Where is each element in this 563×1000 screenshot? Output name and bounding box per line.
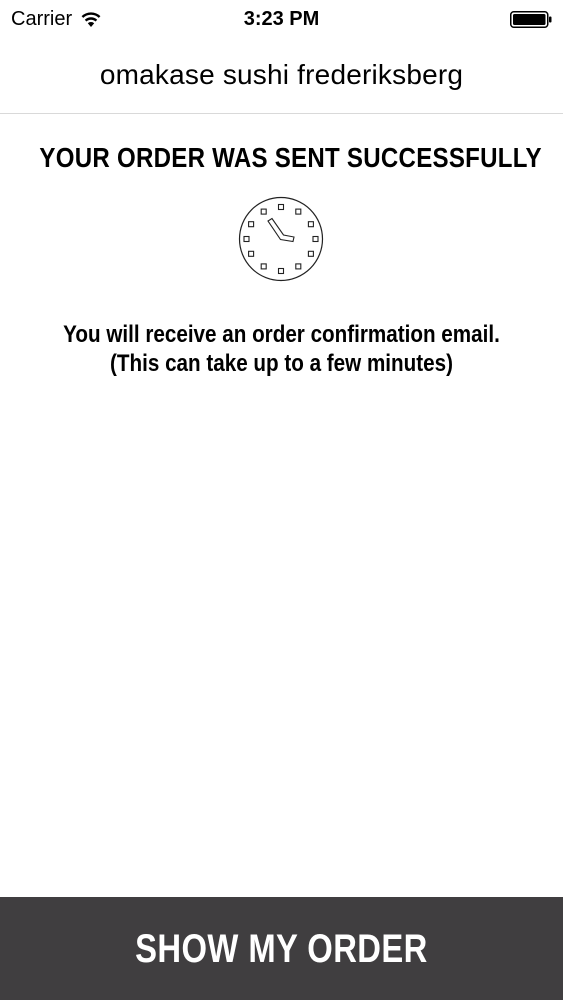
clock-icon — [238, 196, 324, 282]
show-my-order-button[interactable]: SHOW MY ORDER — [0, 897, 563, 1000]
status-time: 3:23 PM — [243, 8, 320, 30]
show-my-order-label: SHOW MY ORDER — [135, 927, 428, 971]
order-success-headline: YOUR ORDER WAS SENT SUCCESSFULLY — [39, 142, 542, 173]
confirmation-message-line1: You will receive an order confirmation e… — [63, 321, 500, 348]
status-bar: Carrier 3:23 PM — [0, 0, 563, 40]
navigation-bar: omakase sushi frederiksberg — [0, 40, 563, 114]
battery-icon — [510, 11, 552, 28]
confirmation-message-line2: (This can take up to a few minutes) — [110, 350, 453, 377]
confirmation-message: You will receive an order confirmation e… — [39, 320, 523, 378]
nav-title: omakase sushi frederiksberg — [99, 58, 464, 90]
